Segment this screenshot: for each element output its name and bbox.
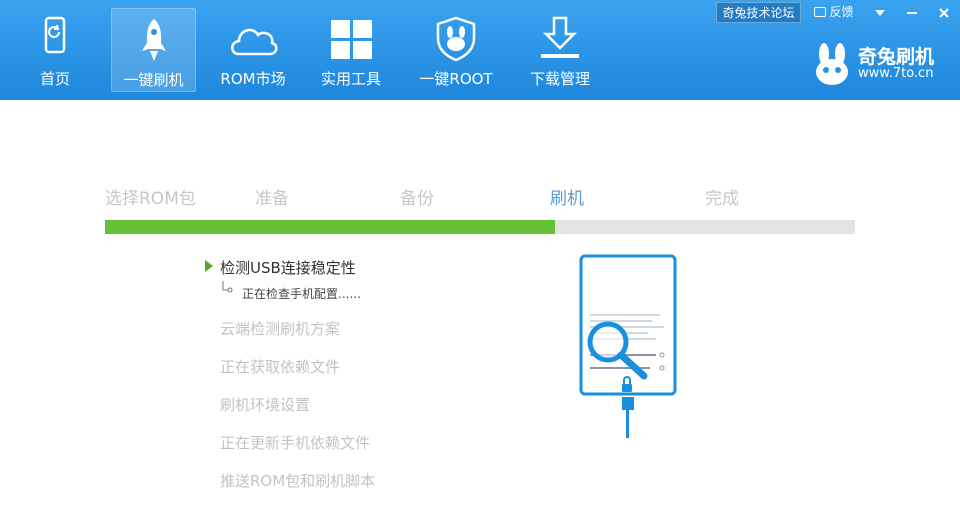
title-bar: 首页 一键刷机 ROM市场 实用工具 一键ROOT 下载管理 奇兔技术论坛 反馈… [0, 0, 960, 100]
nav-downloads[interactable]: 下载管理 [518, 8, 602, 92]
cloud-icon [231, 28, 278, 56]
step-backup: 备份 [400, 189, 434, 209]
windows-grid-icon [331, 20, 372, 59]
nav-home-label: 首页 [39, 70, 70, 88]
nav-one-click-flash-label: 一键刷机 [123, 71, 184, 89]
step-prepare: 准备 [255, 189, 289, 209]
download-icon [541, 16, 579, 58]
task-pending-item: 推送ROM包和刷机脚本 [220, 472, 376, 490]
nav-downloads-label: 下载管理 [529, 70, 590, 88]
rocket-icon [141, 19, 166, 61]
step-flash: 刷机 [550, 189, 584, 209]
feedback-label: 反馈 [829, 5, 854, 19]
task-pending-item: 正在更新手机依赖文件 [220, 434, 371, 452]
brand-name: 奇兔刷机 [858, 46, 935, 68]
task-active: 检测USB连接稳定性 [205, 257, 356, 278]
brand-url: www.7to.cn [858, 66, 934, 81]
nav-rom-market-label: ROM市场 [220, 70, 286, 88]
nav-one-click-root-label: 一键ROOT [419, 70, 493, 88]
nav-rom-market[interactable]: ROM市场 [210, 8, 296, 92]
forum-link[interactable]: 奇兔技术论坛 [716, 2, 801, 23]
close-icon [939, 7, 949, 18]
brand-logo: 奇兔刷机 www.7to.cn [812, 40, 952, 90]
rabbit-shield-icon [436, 16, 476, 62]
task-pending-item: 云端检测刷机方案 [220, 320, 341, 338]
step-select-rom: 选择ROM包 [105, 189, 196, 209]
progress-fill [105, 220, 555, 234]
feedback-button[interactable]: 反馈 [806, 2, 862, 23]
minimize-icon [907, 11, 917, 14]
nav-tools[interactable]: 实用工具 [310, 8, 392, 92]
step-complete: 完成 [705, 189, 739, 209]
task-substatus: 正在检查手机配置...... [220, 281, 361, 302]
tree-branch-icon [222, 281, 233, 293]
phone-scan-illustration [579, 254, 677, 438]
task-pending-item: 正在获取依赖文件 [220, 358, 341, 376]
close-button[interactable] [930, 2, 958, 23]
nav-home[interactable]: 首页 [20, 8, 90, 92]
nav-tools-label: 实用工具 [320, 70, 381, 88]
minimize-button[interactable] [898, 2, 926, 23]
chevron-down-icon [875, 9, 885, 16]
nav-one-click-flash[interactable]: 一键刷机 [111, 8, 196, 92]
phone-refresh-icon [44, 16, 66, 54]
chat-icon [814, 7, 827, 17]
task-active-label: 检测USB连接稳定性 [220, 259, 356, 277]
play-arrow-icon [205, 260, 213, 272]
rabbit-logo-icon [816, 43, 848, 85]
nav-one-click-root[interactable]: 一键ROOT [410, 8, 502, 92]
menu-dropdown-button[interactable] [866, 2, 894, 23]
task-substatus-label: 正在检查手机配置...... [242, 287, 361, 301]
task-pending-item: 刷机环境设置 [220, 396, 311, 414]
progress-bar [105, 220, 855, 234]
